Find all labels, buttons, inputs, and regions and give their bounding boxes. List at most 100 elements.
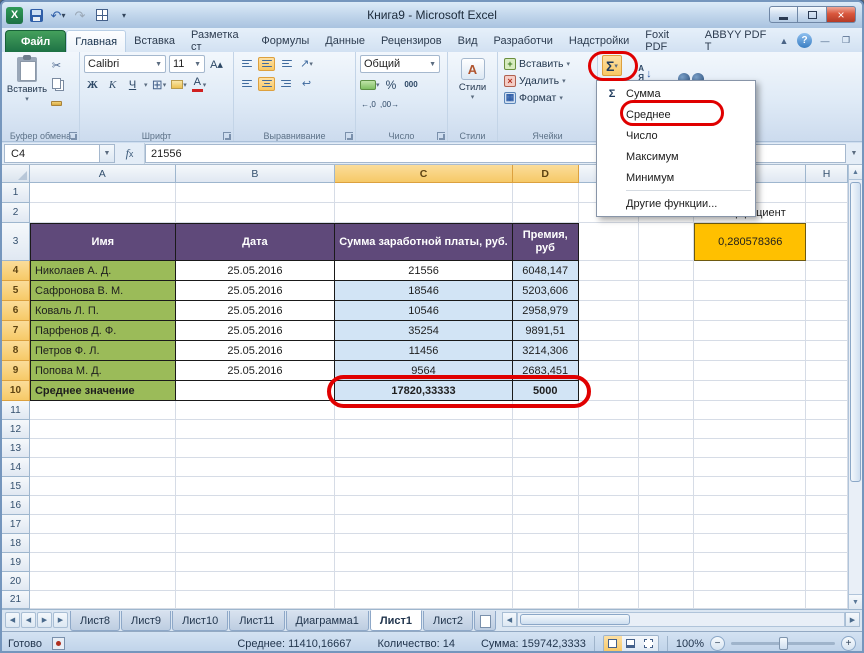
cell-G12[interactable] — [694, 420, 806, 439]
zoom-out-button[interactable]: − — [710, 636, 725, 651]
cell-C9[interactable]: 9564 — [335, 361, 513, 381]
cell-H16[interactable] — [806, 496, 848, 515]
select-all-button[interactable] — [2, 165, 30, 183]
cell-E8[interactable] — [579, 341, 639, 361]
align-middle-button[interactable] — [258, 57, 275, 71]
cell-D6[interactable]: 2958,979 — [513, 301, 579, 321]
borders-button[interactable]: ⊞▾ — [151, 76, 168, 93]
cell-F9[interactable] — [639, 361, 695, 381]
cell-A4[interactable]: Николаев А. Д. — [30, 261, 176, 281]
tab-page-layout[interactable]: Разметка ст — [183, 30, 253, 52]
cell-E18[interactable] — [579, 534, 639, 553]
zoom-level[interactable]: 100% — [676, 638, 704, 650]
cell-D2[interactable] — [513, 203, 579, 223]
redo-button[interactable]: ↷ — [71, 6, 89, 24]
cell-C2[interactable] — [335, 203, 513, 223]
cell-H3[interactable] — [806, 223, 848, 261]
page-break-view-button[interactable] — [640, 636, 658, 652]
cell-H13[interactable] — [806, 439, 848, 458]
tab-home[interactable]: Главная — [66, 30, 126, 52]
row-header-12[interactable]: 12 — [2, 420, 30, 439]
sheet-tab-diagram1[interactable]: Диаграмма1 — [286, 611, 369, 631]
cell-C18[interactable] — [335, 534, 513, 553]
collapse-ribbon-icon[interactable]: ▲ — [776, 34, 792, 48]
cell-B1[interactable] — [176, 183, 336, 203]
cell-A16[interactable] — [30, 496, 176, 515]
percent-button[interactable]: % — [383, 76, 400, 93]
format-painter-button[interactable] — [48, 93, 65, 110]
cell-E15[interactable] — [579, 477, 639, 496]
cell-C3[interactable]: Сумма заработной платы, руб. — [335, 223, 513, 261]
cell-D20[interactable] — [513, 572, 579, 591]
scroll-left-icon[interactable]: ◀ — [502, 612, 517, 627]
cell-C20[interactable] — [335, 572, 513, 591]
cell-G7[interactable] — [694, 321, 806, 341]
row-header-14[interactable]: 14 — [2, 458, 30, 477]
page-layout-view-button[interactable] — [622, 636, 640, 652]
cell-D11[interactable] — [513, 401, 579, 420]
number-format-combo[interactable]: Общий▼ — [360, 55, 440, 73]
cell-D5[interactable]: 5203,606 — [513, 281, 579, 301]
cell-F18[interactable] — [639, 534, 695, 553]
cell-E7[interactable] — [579, 321, 639, 341]
cell-E14[interactable] — [579, 458, 639, 477]
cell-H8[interactable] — [806, 341, 848, 361]
cell-E11[interactable] — [579, 401, 639, 420]
cell-B3[interactable]: Дата — [176, 223, 336, 261]
cell-G19[interactable] — [694, 553, 806, 572]
align-right-button[interactable] — [278, 77, 295, 91]
cell-F17[interactable] — [639, 515, 695, 534]
first-sheet-icon[interactable]: ◀ — [5, 612, 20, 628]
cell-F14[interactable] — [639, 458, 695, 477]
cell-B2[interactable] — [176, 203, 336, 223]
copy-button[interactable] — [48, 75, 65, 92]
cell-F12[interactable] — [639, 420, 695, 439]
last-sheet-icon[interactable]: ▶ — [53, 612, 68, 628]
cell-B5[interactable]: 25.05.2016 — [176, 281, 336, 301]
underline-button[interactable]: Ч — [124, 76, 141, 93]
cell-B10[interactable] — [176, 381, 336, 401]
cell-E3[interactable] — [579, 223, 639, 261]
cell-A20[interactable] — [30, 572, 176, 591]
increase-decimal-button[interactable]: ←,0 — [360, 96, 377, 113]
maximize-button[interactable] — [798, 6, 827, 23]
cell-G16[interactable] — [694, 496, 806, 515]
cell-A10[interactable]: Среднее значение — [30, 381, 176, 401]
prev-sheet-icon[interactable]: ◀ — [21, 612, 36, 628]
cell-E19[interactable] — [579, 553, 639, 572]
cell-D4[interactable]: 6048,147 — [513, 261, 579, 281]
row-header-2[interactable]: 2 — [2, 203, 30, 223]
cell-E9[interactable] — [579, 361, 639, 381]
cut-button[interactable]: ✂ — [48, 57, 65, 74]
tab-file[interactable]: Файл — [5, 30, 66, 52]
autosum-button[interactable]: Σ ▾ — [602, 55, 622, 76]
row-header-16[interactable]: 16 — [2, 496, 30, 515]
cell-A2[interactable] — [30, 203, 176, 223]
cell-B6[interactable]: 25.05.2016 — [176, 301, 336, 321]
vertical-scrollbar[interactable]: ▲ ▼ — [848, 165, 862, 609]
cell-G5[interactable] — [694, 281, 806, 301]
cell-G20[interactable] — [694, 572, 806, 591]
sheet-tab-list10[interactable]: Лист10 — [172, 611, 228, 631]
column-header-H[interactable]: H — [806, 165, 848, 183]
cell-D12[interactable] — [513, 420, 579, 439]
sheet-tab-list2[interactable]: Лист2 — [423, 611, 473, 631]
cell-C12[interactable] — [335, 420, 513, 439]
cell-C1[interactable] — [335, 183, 513, 203]
menu-item-count[interactable]: Число — [598, 125, 754, 146]
align-center-button[interactable] — [258, 77, 275, 91]
cell-G15[interactable] — [694, 477, 806, 496]
cell-H4[interactable] — [806, 261, 848, 281]
cell-C17[interactable] — [335, 515, 513, 534]
cell-F8[interactable] — [639, 341, 695, 361]
cell-C11[interactable] — [335, 401, 513, 420]
row-header-10[interactable]: 10 — [2, 381, 30, 401]
cell-A5[interactable]: Сафронова В. М. — [30, 281, 176, 301]
cell-C14[interactable] — [335, 458, 513, 477]
cell-H7[interactable] — [806, 321, 848, 341]
cell-D1[interactable] — [513, 183, 579, 203]
row-header-8[interactable]: 8 — [2, 341, 30, 361]
font-name-combo[interactable]: Calibri▼ — [84, 55, 166, 73]
cell-C21[interactable] — [335, 591, 513, 609]
cell-F3[interactable] — [639, 223, 695, 261]
